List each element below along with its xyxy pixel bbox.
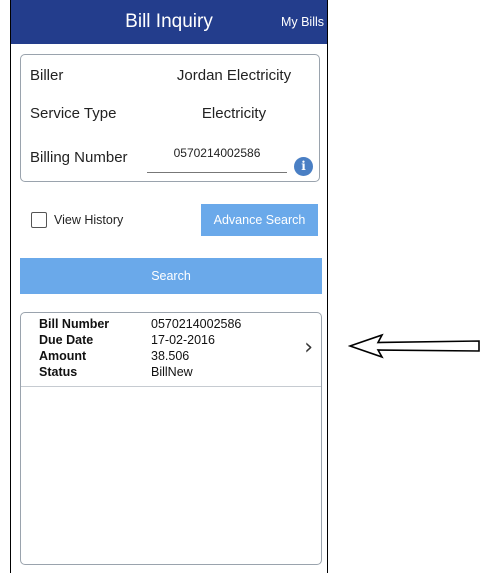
due-date-label: Due Date [39,333,94,347]
amount-label: Amount [39,349,87,363]
service-type-value[interactable]: Electricity [159,105,309,122]
bill-result-item[interactable]: Bill Number 0570214002586 Due Date 17-02… [21,313,321,387]
service-type-label: Service Type [30,105,117,122]
view-history-label: View History [54,213,124,227]
bill-details-card: Biller Jordan Electricity Service Type E… [20,54,320,182]
biller-value[interactable]: Jordan Electricity [159,67,309,84]
status-value: BillNew [151,365,193,379]
due-date-value: 17-02-2016 [151,333,215,347]
view-history-checkbox[interactable] [31,212,47,228]
page-title: Bill Inquiry [125,11,213,32]
info-icon[interactable]: i [294,157,313,176]
amount-value: 38.506 [151,349,190,363]
left-arrow-icon [348,333,480,359]
billing-number-input[interactable]: 0570214002586 [147,139,287,173]
phone-screen: Bill Inquiry My Bills Biller Jordan Elec… [10,0,328,573]
results-list: Bill Number 0570214002586 Due Date 17-02… [20,312,322,565]
billing-number-label: Billing Number [30,149,128,166]
bill-number-label: Bill Number [39,317,110,331]
chevron-right-icon[interactable]: › [304,335,313,360]
search-button[interactable]: Search [20,258,322,294]
app-header: Bill Inquiry My Bills [11,0,327,44]
advance-search-button[interactable]: Advance Search [201,204,318,236]
bill-number-value: 0570214002586 [151,317,242,331]
biller-label: Biller [30,67,64,84]
status-label: Status [39,365,78,379]
my-bills-link[interactable]: My Bills [281,15,324,29]
